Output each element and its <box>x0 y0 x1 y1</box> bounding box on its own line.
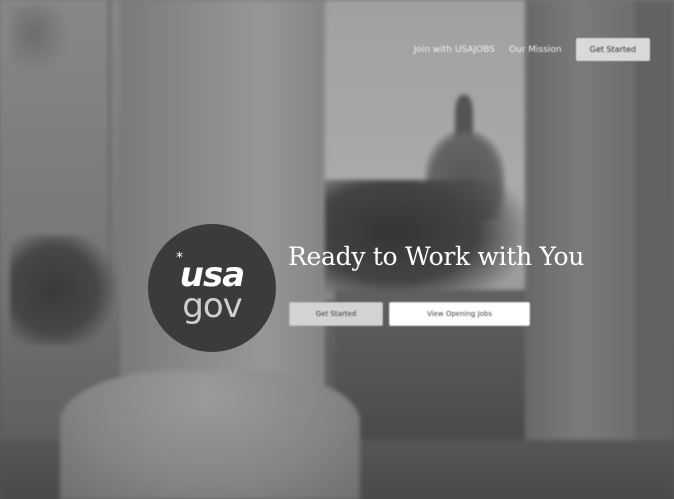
nav-get-started-button[interactable]: Get Started <box>575 38 650 61</box>
get-started-button[interactable]: Get Started <box>289 302 383 326</box>
logo-text-gov: gov <box>182 286 243 326</box>
top-navigation: Join with USAJOBS Our Mission Get Starte… <box>414 38 650 61</box>
hero-title: Ready to Work with You <box>288 242 585 271</box>
usagov-logo: * usa gov <box>148 224 276 352</box>
nav-link-join[interactable]: Join with USAJOBS <box>414 45 495 55</box>
nav-link-mission[interactable]: Our Mission <box>509 45 562 55</box>
star-icon: * <box>176 250 183 266</box>
view-jobs-button[interactable]: View Opening Jobs <box>389 302 530 326</box>
hero-page: Join with USAJOBS Our Mission Get Starte… <box>0 0 674 499</box>
